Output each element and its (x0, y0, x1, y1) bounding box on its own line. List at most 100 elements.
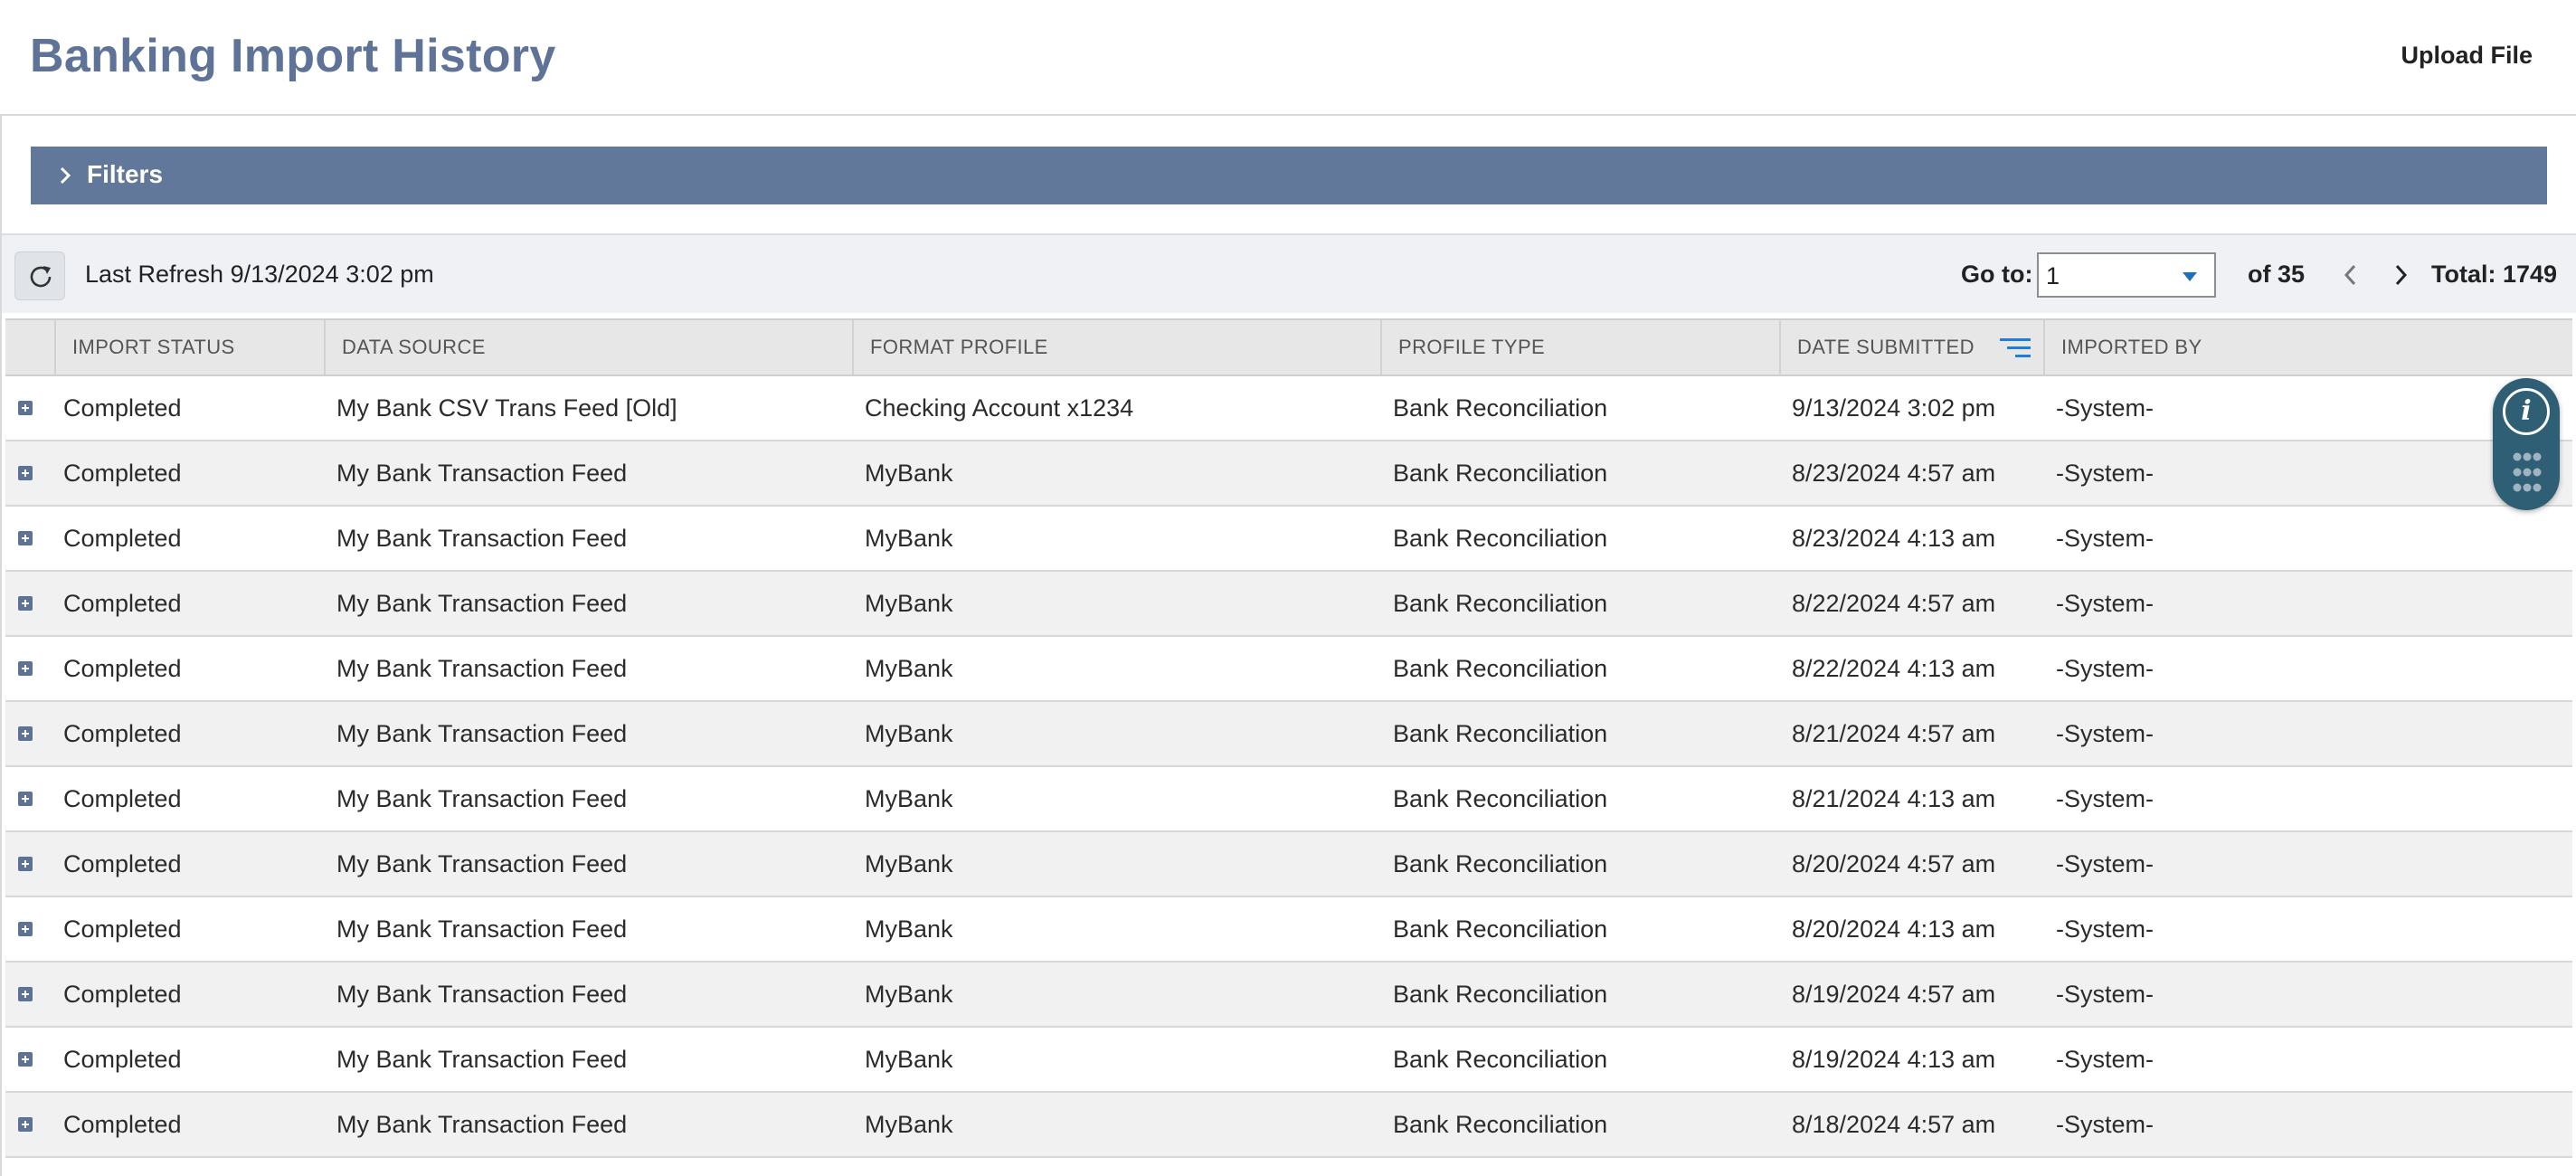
expand-row-icon[interactable] (18, 531, 33, 545)
expand-row-icon[interactable] (18, 922, 33, 936)
expand-row-icon[interactable] (18, 596, 33, 611)
cell-format-profile: MyBank (865, 1111, 953, 1138)
chevron-right-icon (60, 166, 71, 185)
expand-row-icon[interactable] (18, 987, 33, 1001)
cell-import-status: Completed (63, 981, 182, 1008)
caret-down-icon (2183, 272, 2197, 281)
cell-import-status: Completed (63, 720, 182, 747)
table-row[interactable]: Completed My Bank Transaction Feed MyBank B… (5, 572, 2572, 637)
cell-imported-by: -System- (2056, 655, 2154, 682)
cell-format-profile: MyBank (865, 785, 953, 812)
column-header-label: PROFILE TYPE (1398, 336, 1546, 358)
cell-profile-type: Bank Reconciliation (1393, 590, 1608, 617)
cell-date-submitted: 8/21/2024 4:13 am (1792, 785, 1996, 812)
table-row[interactable]: Completed My Bank CSV Trans Feed [Old] Che… (5, 376, 2572, 441)
import-history-table: IMPORT STATUS DATA SOURCE FORMAT PROFILE… (5, 318, 2572, 1158)
cell-imported-by: -System- (2056, 1111, 2154, 1138)
cell-format-profile: MyBank (865, 720, 953, 747)
cell-import-status: Completed (63, 460, 182, 487)
info-button[interactable]: i (2503, 388, 2550, 435)
cell-imported-by: -System- (2056, 590, 2154, 617)
expand-row-icon[interactable] (18, 466, 33, 480)
cell-date-submitted: 9/13/2024 3:02 pm (1792, 394, 1996, 422)
column-header-label: IMPORTED BY (2061, 336, 2202, 358)
cell-import-status: Completed (63, 525, 182, 552)
next-page-button[interactable] (2387, 259, 2414, 291)
cell-date-submitted: 8/22/2024 4:13 am (1792, 655, 1996, 682)
cell-data-source: My Bank Transaction Feed (336, 525, 628, 552)
column-header-format-profile[interactable]: FORMAT PROFILE (852, 320, 1380, 375)
cell-data-source: My Bank Transaction Feed (336, 655, 628, 682)
cell-imported-by: -System- (2056, 720, 2154, 747)
filters-bar[interactable]: Filters (31, 147, 2547, 204)
cell-data-source: My Bank Transaction Feed (336, 850, 628, 877)
table-row[interactable]: Completed My Bank Transaction Feed MyBank B… (5, 702, 2572, 767)
refresh-button[interactable] (14, 251, 65, 300)
cell-data-source: My Bank Transaction Feed (336, 915, 628, 943)
column-header-imported-by[interactable]: IMPORTED BY (2043, 320, 2572, 375)
column-header-import-status[interactable]: IMPORT STATUS (54, 320, 324, 375)
previous-page-button[interactable] (2337, 259, 2364, 291)
sort-descending-icon[interactable] (2000, 337, 2031, 360)
cell-data-source: My Bank Transaction Feed (336, 460, 628, 487)
expand-row-icon[interactable] (18, 857, 33, 871)
expand-row-icon[interactable] (18, 1052, 33, 1067)
expand-row-icon[interactable] (18, 401, 33, 415)
cell-format-profile: MyBank (865, 1046, 953, 1073)
chevron-left-icon (2344, 264, 2356, 286)
expand-row-icon[interactable] (18, 1117, 33, 1132)
cell-import-status: Completed (63, 590, 182, 617)
cell-profile-type: Bank Reconciliation (1393, 850, 1608, 877)
cell-imported-by: -System- (2056, 460, 2154, 487)
cell-profile-type: Bank Reconciliation (1393, 460, 1608, 487)
cell-profile-type: Bank Reconciliation (1393, 981, 1608, 1008)
table-row[interactable]: Completed My Bank Transaction Feed MyBank B… (5, 767, 2572, 832)
table-row[interactable]: Completed My Bank Transaction Feed MyBank B… (5, 897, 2572, 963)
expand-row-icon[interactable] (18, 726, 33, 741)
list-toolbar: Last Refresh 9/13/2024 3:02 pm Go to: 1 … (2, 233, 2576, 313)
table-row[interactable]: Completed My Bank Transaction Feed MyBank B… (5, 507, 2572, 572)
cell-import-status: Completed (63, 655, 182, 682)
cell-imported-by: -System- (2056, 1046, 2154, 1073)
cell-format-profile: MyBank (865, 460, 953, 487)
table-row[interactable]: Completed My Bank Transaction Feed MyBank B… (5, 1028, 2572, 1093)
last-refresh-text: Last Refresh 9/13/2024 3:02 pm (85, 261, 434, 288)
grid-dots-icon[interactable] (2513, 452, 2542, 494)
cell-import-status: Completed (63, 394, 182, 422)
upload-file-button[interactable]: Upload File (2401, 42, 2533, 70)
table-row[interactable]: Completed My Bank Transaction Feed MyBank B… (5, 832, 2572, 897)
cell-format-profile: MyBank (865, 981, 953, 1008)
page-header: Banking Import History Upload File (0, 0, 2576, 116)
cell-profile-type: Bank Reconciliation (1393, 394, 1608, 422)
column-header-data-source[interactable]: DATA SOURCE (324, 320, 852, 375)
goto-page-select[interactable]: 1 (2037, 252, 2216, 298)
cell-date-submitted: 8/20/2024 4:13 am (1792, 915, 1996, 943)
cell-data-source: My Bank Transaction Feed (336, 785, 628, 812)
column-header-label: IMPORT STATUS (72, 336, 235, 358)
cell-format-profile: MyBank (865, 850, 953, 877)
expand-row-icon[interactable] (18, 792, 33, 806)
table-row[interactable]: Completed My Bank Transaction Feed MyBank B… (5, 963, 2572, 1028)
cell-date-submitted: 8/22/2024 4:57 am (1792, 590, 1996, 617)
column-header-date-submitted[interactable]: DATE SUBMITTED (1779, 320, 2043, 375)
cell-format-profile: Checking Account x1234 (865, 394, 1134, 422)
chevron-right-icon (2395, 264, 2408, 286)
table-row[interactable]: Completed My Bank Transaction Feed MyBank B… (5, 1093, 2572, 1158)
cell-import-status: Completed (63, 850, 182, 877)
cell-profile-type: Bank Reconciliation (1393, 1111, 1608, 1138)
column-header-profile-type[interactable]: PROFILE TYPE (1380, 320, 1779, 375)
table-row[interactable]: Completed My Bank Transaction Feed MyBank B… (5, 637, 2572, 702)
refresh-icon (30, 266, 52, 288)
cell-imported-by: -System- (2056, 981, 2154, 1008)
cell-profile-type: Bank Reconciliation (1393, 720, 1608, 747)
expand-row-icon[interactable] (18, 661, 33, 676)
cell-data-source: My Bank Transaction Feed (336, 720, 628, 747)
table-row[interactable]: Completed My Bank Transaction Feed MyBank B… (5, 441, 2572, 507)
page-count: of 35 (2248, 261, 2306, 288)
cell-imported-by: -System- (2056, 394, 2154, 422)
cell-imported-by: -System- (2056, 915, 2154, 943)
total-count: Total: 1749 (2431, 261, 2558, 288)
cell-format-profile: MyBank (865, 525, 953, 552)
cell-format-profile: MyBank (865, 590, 953, 617)
cell-profile-type: Bank Reconciliation (1393, 655, 1608, 682)
